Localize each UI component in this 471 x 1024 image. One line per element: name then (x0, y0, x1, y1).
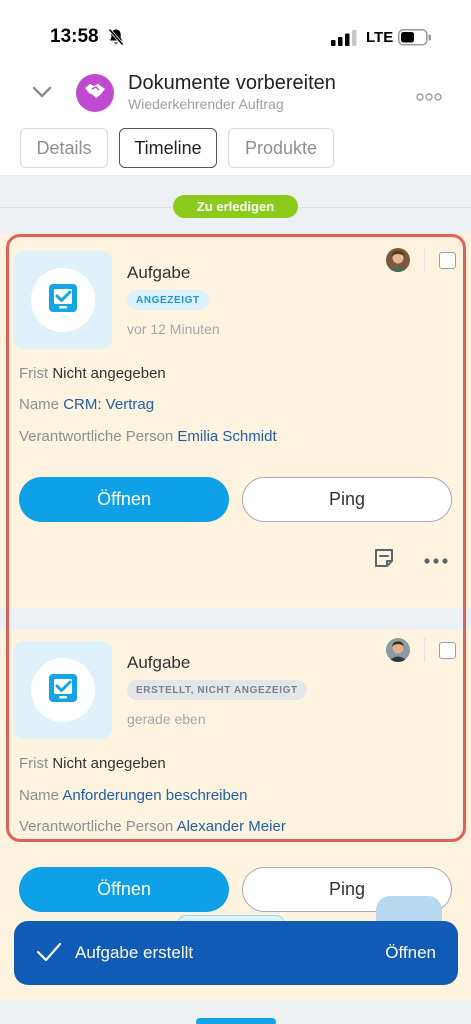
highlight-frame (6, 234, 466, 842)
handshake-icon (83, 81, 107, 106)
chevron-down-icon[interactable] (32, 85, 52, 104)
toast-message: Aufgabe erstellt (75, 943, 194, 962)
toast-notification: Aufgabe erstellt Öffnen (14, 921, 458, 985)
header-divider (0, 175, 471, 176)
toast-open-button[interactable]: Öffnen (385, 943, 436, 963)
open-task-button[interactable]: Öffnen (19, 867, 229, 912)
bottom-indicator (196, 1018, 276, 1024)
tab-timeline[interactable]: Timeline (119, 128, 217, 168)
page-subtitle: Wiederkehrender Auftrag (128, 96, 284, 112)
status-bar: 13:58 LTE (0, 0, 471, 70)
more-options-icon[interactable] (416, 88, 442, 106)
bell-muted-icon (108, 28, 124, 51)
page-title: Dokumente vorbereiten (128, 72, 336, 94)
tab-bar: Details Timeline Produkte (20, 128, 334, 168)
deal-avatar (76, 74, 114, 112)
status-pill: Zu erledigen (173, 195, 298, 218)
checkmark-icon (36, 941, 62, 968)
network-label: LTE (366, 29, 394, 46)
signal-icon (331, 30, 357, 51)
tab-produkte[interactable]: Produkte (228, 128, 334, 168)
tab-details[interactable]: Details (20, 128, 108, 168)
battery-icon (398, 29, 432, 51)
status-time: 13:58 (50, 26, 99, 47)
